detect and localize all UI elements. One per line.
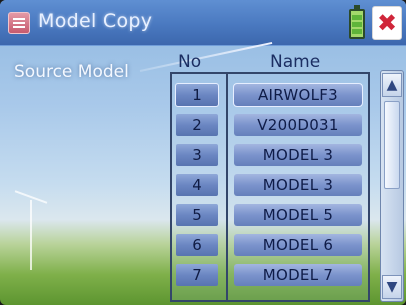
model-name[interactable]: AIRWOLF3 [233,83,363,107]
source-model-label: Source Model [14,62,129,82]
scroll-thumb[interactable] [384,101,400,189]
model-number[interactable]: 5 [176,204,218,226]
scrollbar[interactable]: ▲ ▼ [380,70,404,302]
model-number[interactable]: 1 [175,83,219,107]
model-number[interactable]: 6 [176,234,218,256]
model-list-icon[interactable] [8,12,30,34]
model-number[interactable]: 2 [176,114,218,136]
model-name[interactable]: MODEL 3 [234,144,362,166]
column-header-no: No [178,52,202,72]
model-name[interactable]: MODEL 6 [234,234,362,256]
list-item[interactable]: 3 MODEL 3 [0,144,406,168]
model-number[interactable]: 3 [176,144,218,166]
screen: Model Copy ✖ Source Model No Name 1 AIRW… [0,0,406,305]
scroll-down-icon[interactable]: ▼ [382,275,402,299]
battery-icon [349,5,365,39]
page-title: Model Copy [38,10,153,32]
column-header-name: Name [270,52,321,72]
model-name[interactable]: V200D031 [234,114,362,136]
list-item[interactable]: 2 V200D031 [0,114,406,138]
title-bar: Model Copy ✖ [0,0,406,46]
list-item[interactable]: 7 MODEL 7 [0,264,406,288]
model-number[interactable]: 4 [176,174,218,196]
tool-icon[interactable]: ✖ [372,6,402,40]
model-name[interactable]: MODEL 3 [234,174,362,196]
model-number[interactable]: 7 [176,264,218,286]
model-name[interactable]: MODEL 5 [234,204,362,226]
list-item[interactable]: 4 MODEL 3 [0,174,406,198]
scroll-up-icon[interactable]: ▲ [382,73,402,97]
pointer-line [139,41,273,72]
model-name[interactable]: MODEL 7 [234,264,362,286]
list-item[interactable]: 1 AIRWOLF3 [0,83,406,108]
list-item[interactable]: 5 MODEL 5 [0,204,406,228]
list-item[interactable]: 6 MODEL 6 [0,234,406,258]
